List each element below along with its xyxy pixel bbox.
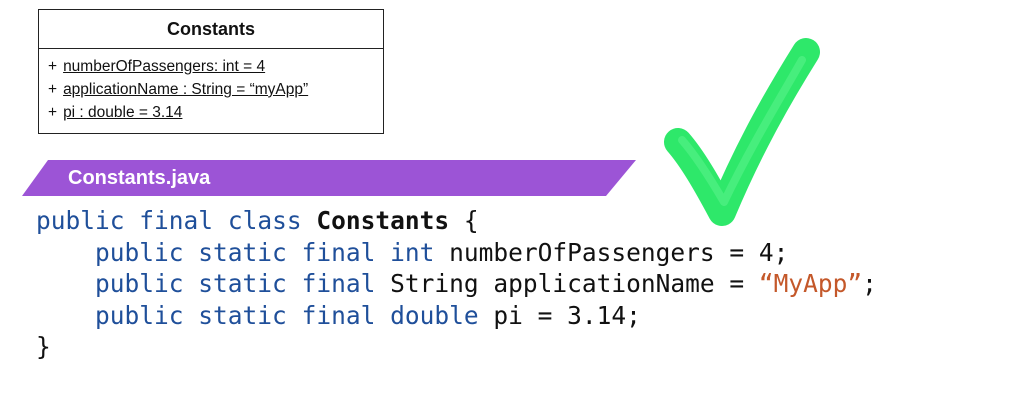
keyword: public: [95, 300, 184, 330]
keyword: final: [139, 206, 214, 235]
keyword: public: [95, 237, 184, 267]
uml-attribute: + numberOfPassengers: int = 4: [48, 55, 383, 78]
type-keyword: double: [390, 300, 479, 330]
attribute-text: pi : double = 3.14: [63, 104, 183, 121]
uml-attributes: + numberOfPassengers: int = 4 + applicatio…: [39, 49, 383, 124]
uml-attribute: + applicationName : String = “myApp”: [48, 78, 383, 101]
keyword: final: [301, 237, 376, 267]
class-name: Constants: [316, 206, 450, 235]
code-text: numberOfPassengers = 4;: [449, 237, 789, 267]
uml-class-name: Constants: [39, 10, 383, 49]
visibility-marker: +: [48, 81, 58, 98]
code-text: pi = 3.14;: [493, 300, 641, 330]
code-text: applicationName =: [493, 269, 759, 298]
open-brace: {: [463, 206, 479, 235]
code-text: ;: [862, 269, 877, 298]
keyword: static: [198, 300, 287, 330]
keyword: static: [198, 237, 287, 267]
attribute-text: numberOfPassengers: int = 4: [63, 58, 266, 75]
type-keyword: int: [390, 237, 435, 267]
keyword: final: [301, 300, 376, 330]
uml-attribute: + pi : double = 3.14: [48, 101, 383, 124]
attribute-text: applicationName : String = “myApp”: [63, 81, 309, 98]
keyword: class: [227, 206, 302, 235]
uml-class-box: Constants + numberOfPassengers: int = 4 +…: [38, 9, 384, 134]
keyword: public: [36, 206, 125, 235]
type-name: String: [390, 269, 479, 298]
visibility-marker: +: [48, 58, 58, 75]
string-literal: “MyApp”: [758, 269, 863, 298]
file-name-label: Constants.java: [68, 167, 211, 189]
keyword: static: [198, 269, 287, 298]
keyword: public: [95, 269, 184, 298]
keyword: final: [301, 269, 376, 298]
visibility-marker: +: [48, 104, 58, 121]
close-brace: }: [36, 332, 51, 361]
checkmark-icon: [664, 38, 820, 226]
